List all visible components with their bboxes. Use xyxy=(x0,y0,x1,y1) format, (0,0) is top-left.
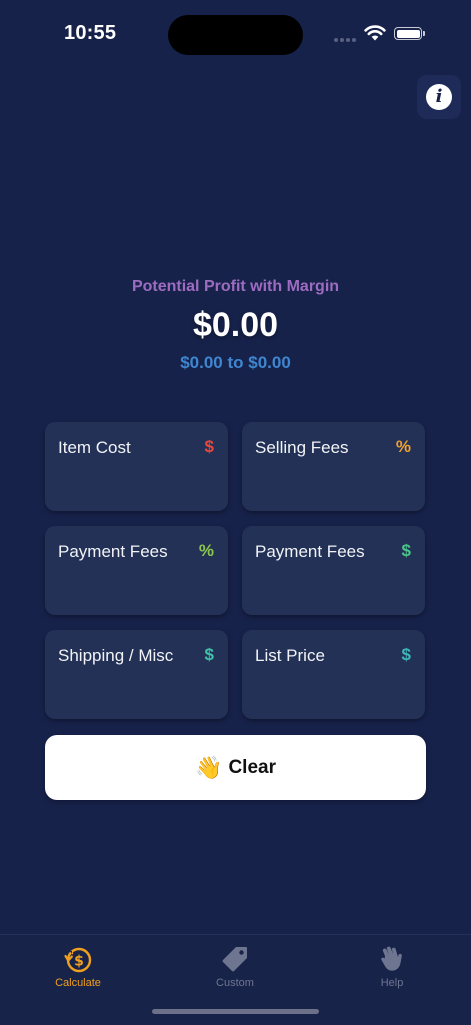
dollar-unit-icon: $ xyxy=(204,437,214,456)
cellular-signal-icon xyxy=(334,38,356,42)
field-label: Payment Fees xyxy=(255,542,365,561)
dollar-unit-icon: $ xyxy=(401,541,411,560)
info-icon: i xyxy=(426,84,452,110)
field-label: List Price xyxy=(255,646,325,665)
item-cost-field[interactable]: Item Cost $ xyxy=(45,422,228,511)
tab-help[interactable]: Help xyxy=(342,943,442,989)
status-bar: 10:55 xyxy=(0,0,471,64)
tab-label: Help xyxy=(380,977,404,989)
svg-text:$: $ xyxy=(74,954,84,970)
field-label: Selling Fees xyxy=(255,438,349,457)
payment-fees-dollar-field[interactable]: Payment Fees $ xyxy=(242,526,425,615)
input-grid: Item Cost $ Selling Fees % Payment Fees … xyxy=(45,422,426,719)
clear-button[interactable]: 👋 Clear xyxy=(45,735,426,800)
tab-label: Calculate xyxy=(55,977,101,989)
hand-wave-icon xyxy=(381,946,402,971)
payment-fees-percent-field[interactable]: Payment Fees % xyxy=(45,526,228,615)
tab-calculate[interactable]: $ Calculate xyxy=(28,943,128,989)
list-price-field[interactable]: List Price $ xyxy=(242,630,425,719)
shipping-misc-field[interactable]: Shipping / Misc $ xyxy=(45,630,228,719)
tab-label: Custom xyxy=(216,977,254,989)
dollar-refresh-icon: $ xyxy=(64,947,92,973)
field-label: Shipping / Misc xyxy=(58,646,174,665)
field-label: Payment Fees xyxy=(58,542,168,561)
status-time: 10:55 xyxy=(64,22,117,44)
profit-value: $0.00 xyxy=(192,306,279,344)
profit-summary: Potential Profit with Margin $0.00 $0.00… xyxy=(0,278,471,373)
selling-fees-field[interactable]: Selling Fees % xyxy=(242,422,425,511)
dynamic-island xyxy=(168,15,303,55)
wifi-icon xyxy=(364,25,386,41)
battery-icon xyxy=(394,27,425,40)
dollar-unit-icon: $ xyxy=(401,645,411,664)
percent-unit-icon: % xyxy=(198,541,214,560)
home-indicator xyxy=(152,1009,319,1014)
percent-unit-icon: % xyxy=(395,437,411,456)
field-label: Item Cost xyxy=(58,438,131,457)
tag-icon xyxy=(222,947,247,972)
clear-button-label: Clear xyxy=(228,756,276,778)
waving-hand-icon: 👋 xyxy=(195,754,223,780)
tab-custom[interactable]: Custom xyxy=(185,943,285,989)
dollar-unit-icon: $ xyxy=(204,645,214,664)
summary-label: Potential Profit with Margin xyxy=(131,278,340,295)
profit-range: $0.00 to $0.00 xyxy=(180,353,291,372)
info-button[interactable]: i xyxy=(417,75,461,119)
